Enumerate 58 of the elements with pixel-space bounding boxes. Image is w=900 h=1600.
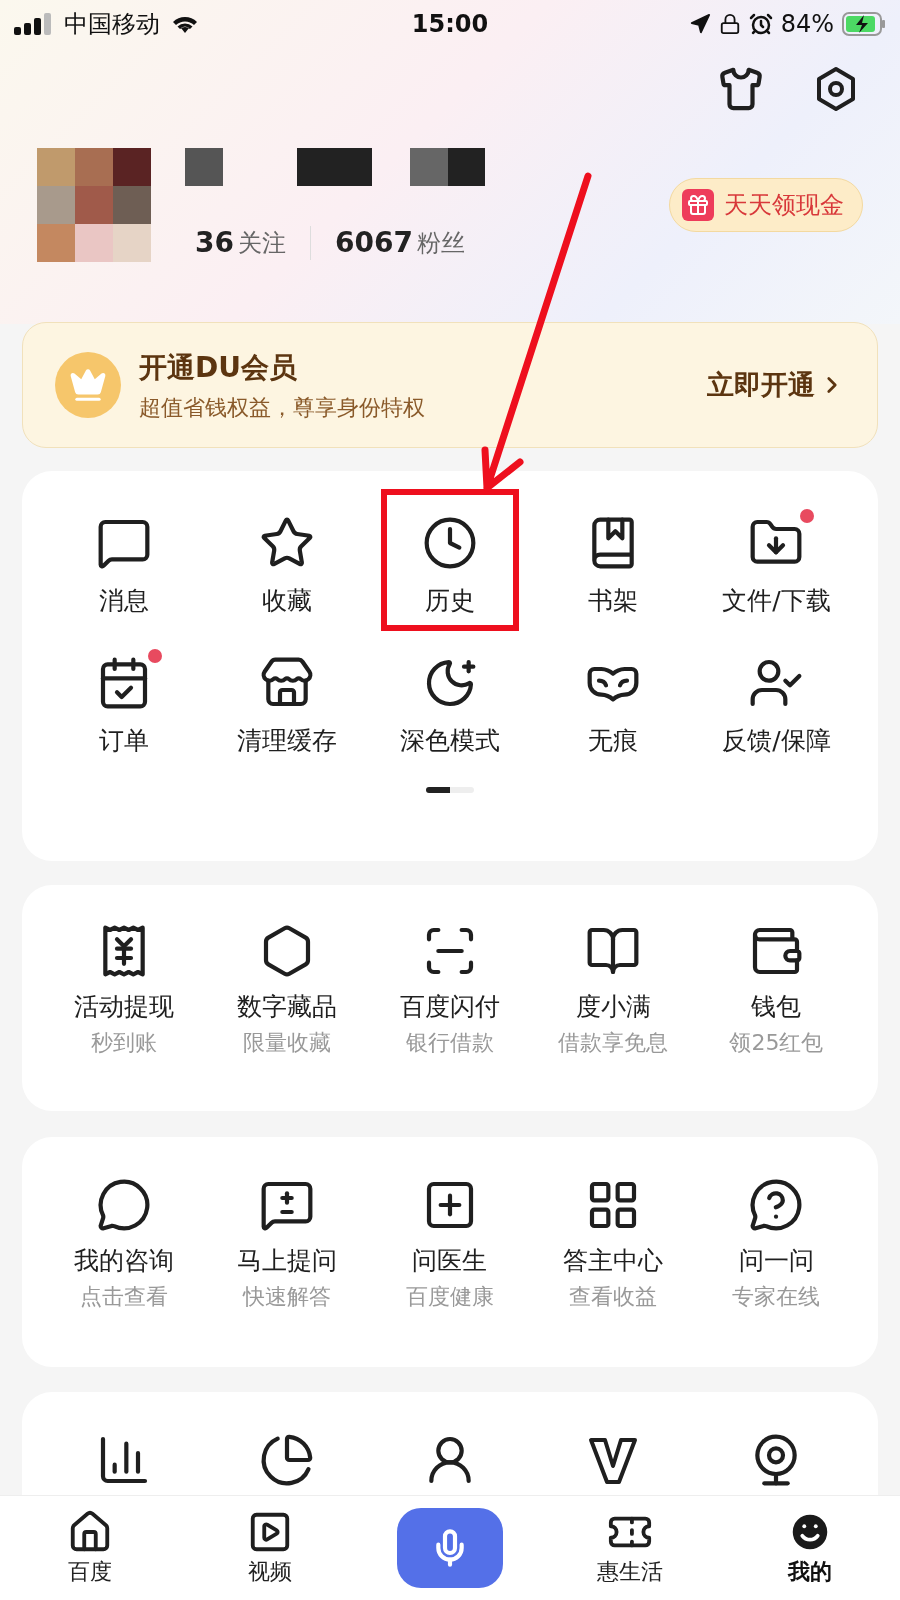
item-label[interactable]: 无痕 bbox=[588, 725, 639, 757]
settings-button[interactable] bbox=[814, 66, 858, 112]
item-label[interactable]: 文件/下载 bbox=[722, 585, 831, 617]
followers-label[interactable]: 粉丝 bbox=[416, 225, 465, 261]
item-label[interactable]: 钱包 bbox=[751, 991, 802, 1023]
item-subtitle: 百度健康 bbox=[406, 1283, 494, 1311]
following-count[interactable]: 36 bbox=[195, 222, 234, 264]
crown-icon bbox=[69, 366, 107, 404]
item-subtitle: 查看收益 bbox=[569, 1283, 658, 1311]
signal-icon bbox=[14, 13, 54, 35]
voice-search-button[interactable] bbox=[397, 1508, 503, 1588]
shirt-icon bbox=[718, 66, 764, 112]
carrier-name: 中国移动 bbox=[64, 9, 160, 40]
outfit-button[interactable] bbox=[718, 66, 764, 112]
settings-icon bbox=[814, 66, 858, 112]
item-label[interactable]: 反馈/保障 bbox=[722, 725, 831, 757]
item-label[interactable]: 收藏 bbox=[261, 585, 312, 617]
item-subtitle: 秒到账 bbox=[90, 1029, 157, 1057]
battery-percent: 84% bbox=[780, 9, 834, 40]
item-subtitle: 专家在线 bbox=[732, 1283, 821, 1311]
location-icon bbox=[688, 13, 711, 35]
item-subtitle: 借款享免息 bbox=[558, 1029, 669, 1057]
item-label[interactable]: 度小满 bbox=[575, 991, 651, 1023]
item-label[interactable]: 我的咨询 bbox=[73, 1245, 174, 1277]
following-label[interactable]: 关注 bbox=[237, 225, 286, 261]
item-subtitle: 限量收藏 bbox=[242, 1029, 331, 1057]
item-label[interactable]: 订单 bbox=[98, 725, 149, 757]
item-subtitle: 银行借款 bbox=[406, 1029, 494, 1057]
vip-subtitle: 超值省钱权益，尊享身份特权 bbox=[139, 393, 426, 422]
item-label[interactable]: 马上提问 bbox=[236, 1245, 337, 1277]
item-label[interactable]: 消息 bbox=[98, 585, 149, 617]
followers-count[interactable]: 6067 bbox=[334, 222, 413, 264]
clock-icon bbox=[422, 515, 478, 571]
nav-tab[interactable]: 百度 bbox=[0, 1508, 180, 1588]
item-subtitle: 领25红包 bbox=[729, 1029, 824, 1057]
item-label[interactable]: 书架 bbox=[588, 585, 639, 617]
battery-icon bbox=[842, 12, 886, 36]
nav-tab[interactable]: 惠生活 bbox=[540, 1508, 720, 1588]
alarm-icon bbox=[748, 12, 773, 36]
item-label[interactable]: 百度闪付 bbox=[400, 991, 500, 1023]
item-label[interactable]: 清理缓存 bbox=[236, 725, 337, 757]
activate-link[interactable]: 立即开通 bbox=[707, 364, 845, 406]
nav-tab[interactable]: 我的 bbox=[720, 1508, 900, 1588]
item-label[interactable]: 问一问 bbox=[738, 1245, 814, 1277]
nav-tab[interactable]: 视频 bbox=[180, 1508, 360, 1588]
vip-title: 开通DU会员 bbox=[139, 349, 298, 386]
item-label[interactable]: 答主中心 bbox=[563, 1245, 664, 1277]
item-label[interactable]: 问医生 bbox=[412, 1245, 488, 1277]
item-label[interactable]: 深色模式 bbox=[400, 725, 500, 757]
item-subtitle: 点击查看 bbox=[79, 1283, 168, 1311]
vip-banner[interactable]: 开通DU会员 超值省钱权益，尊享身份特权 立即开通 bbox=[22, 322, 878, 448]
envelope-icon bbox=[682, 189, 714, 221]
item-subtitle: 快速解答 bbox=[242, 1283, 331, 1311]
cash-reward-button[interactable]: 天天领现金 bbox=[669, 178, 863, 232]
item-label[interactable]: 历史 bbox=[425, 585, 475, 617]
item-label[interactable]: 活动提现 bbox=[73, 991, 174, 1023]
item-label[interactable]: 数字藏品 bbox=[236, 991, 337, 1023]
clock-time: 15:00 bbox=[410, 9, 490, 40]
